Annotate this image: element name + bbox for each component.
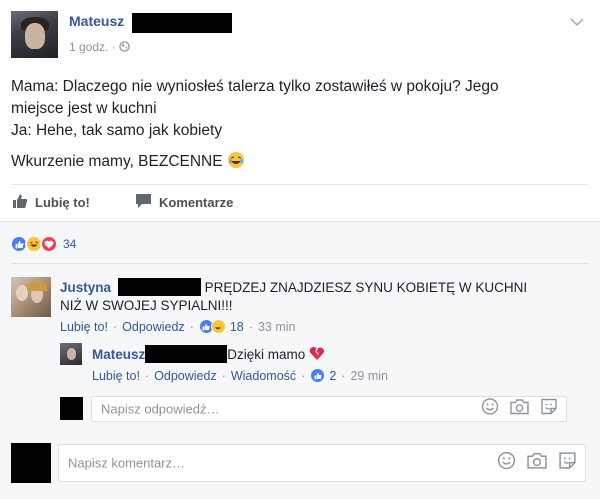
meta-separator: ·: [111, 40, 116, 54]
post-body: Mama: Dlaczego nie wyniosłeś talerza tyl…: [11, 76, 586, 173]
redaction-bar: [132, 13, 232, 33]
like-reaction-icon: [310, 368, 326, 383]
post-time[interactable]: 1 godz.: [69, 40, 108, 54]
reply-input[interactable]: Napisz odpowiedź…: [91, 396, 567, 422]
broken-heart-icon: [309, 347, 325, 362]
commenter-name[interactable]: Justyna: [60, 280, 111, 295]
user-avatar: [11, 443, 51, 483]
comment-text-line: PRĘDZEJ ZNAJDZIESZ SYNU KOBIETĘ W KUCHNI: [204, 280, 528, 295]
author-avatar[interactable]: [11, 11, 58, 58]
laughing-emoji-icon: [227, 152, 245, 170]
emoji-icon[interactable]: [497, 451, 516, 475]
comment-like-link[interactable]: Lubię to!: [60, 320, 108, 334]
divider: [11, 184, 588, 185]
meta-dot: ·: [248, 319, 253, 334]
post-tagline: Wkurzenie mamy, BEZCENNE: [11, 151, 586, 173]
meta-dot: ·: [144, 368, 150, 383]
reply-reaction-count: 2: [329, 368, 337, 383]
reactions-count[interactable]: 34: [63, 237, 76, 251]
globe-icon: [119, 40, 130, 54]
redaction-bar: [145, 345, 228, 363]
commenter-avatar[interactable]: [11, 277, 51, 317]
meta-dot: ·: [341, 368, 346, 383]
reply-avatar[interactable]: [60, 343, 82, 365]
like-button[interactable]: Lubię to!: [12, 193, 90, 212]
reply-message-link[interactable]: Wiadomość: [231, 369, 296, 383]
like-label: Lubię to!: [35, 195, 90, 210]
reply-author-name[interactable]: Mateusz: [92, 347, 145, 362]
post-meta: 1 godz. ·: [69, 40, 130, 54]
redaction-bar: [117, 278, 201, 296]
comment-body: Justyna PRĘDZEJ ZNAJDZIESZ SYNU KOBIETĘ …: [60, 278, 550, 315]
love-reaction-icon: [40, 235, 58, 253]
meta-dot: ·: [301, 368, 306, 383]
comment-text-line: NIŻ W SWOJEJ SYPIALNI!!!: [60, 298, 233, 313]
comment-icon: [135, 193, 152, 212]
comment-reply-link[interactable]: Odpowiedz: [122, 320, 185, 334]
comment-reactions[interactable]: 18: [198, 319, 244, 334]
comment-input-placeholder: Napisz komentarz…: [68, 455, 186, 471]
reply-time[interactable]: 29 min: [350, 369, 388, 383]
user-avatar: [60, 397, 83, 420]
meta-dot: ·: [189, 319, 194, 334]
post-line: Mama: Dlaczego nie wyniosłeś talerza tyl…: [11, 78, 499, 95]
sticker-icon[interactable]: [540, 398, 558, 421]
reply-input-placeholder: Napisz odpowiedź…: [101, 401, 220, 417]
post-line: Ja: Hehe, tak samo jak kobiety: [11, 122, 223, 139]
comment-button[interactable]: Komentarze: [135, 193, 233, 212]
sticker-icon[interactable]: [558, 451, 577, 475]
haha-reaction-icon: [210, 319, 226, 334]
thumbs-up-icon: [12, 193, 28, 212]
comment-time[interactable]: 33 min: [258, 320, 296, 334]
comment-input-tools: [497, 451, 577, 475]
reply-body: Mateusz Dzięki mamo: [92, 345, 325, 364]
emoji-icon[interactable]: [481, 398, 499, 421]
meta-dot: ·: [221, 368, 226, 383]
camera-icon[interactable]: [510, 399, 529, 420]
reply-text: Dzięki mamo: [227, 347, 306, 362]
divider: [11, 263, 588, 264]
reply-reply-link[interactable]: Odpowiedz: [154, 369, 217, 383]
reactions-summary[interactable]: 34: [10, 235, 76, 253]
reply-reactions[interactable]: 2: [310, 368, 336, 383]
comment-meta: Lubię to! · Odpowiedz · 18 · 33 min: [60, 319, 295, 334]
post-line: miejsce jest w kuchni: [11, 100, 157, 117]
camera-icon[interactable]: [527, 452, 547, 474]
reply-like-link[interactable]: Lubię to!: [92, 369, 140, 383]
author-name[interactable]: Mateusz: [69, 13, 124, 29]
meta-dot: ·: [112, 319, 118, 334]
comment-label: Komentarze: [159, 195, 234, 210]
reply-meta: Lubię to! · Odpowiedz · Wiadomość · 2 · …: [92, 368, 388, 383]
chevron-down-icon[interactable]: [570, 14, 584, 30]
reply-input-tools: [481, 398, 558, 421]
comment-input[interactable]: Napisz komentarz…: [58, 444, 586, 482]
comment-reaction-count: 18: [229, 319, 244, 334]
